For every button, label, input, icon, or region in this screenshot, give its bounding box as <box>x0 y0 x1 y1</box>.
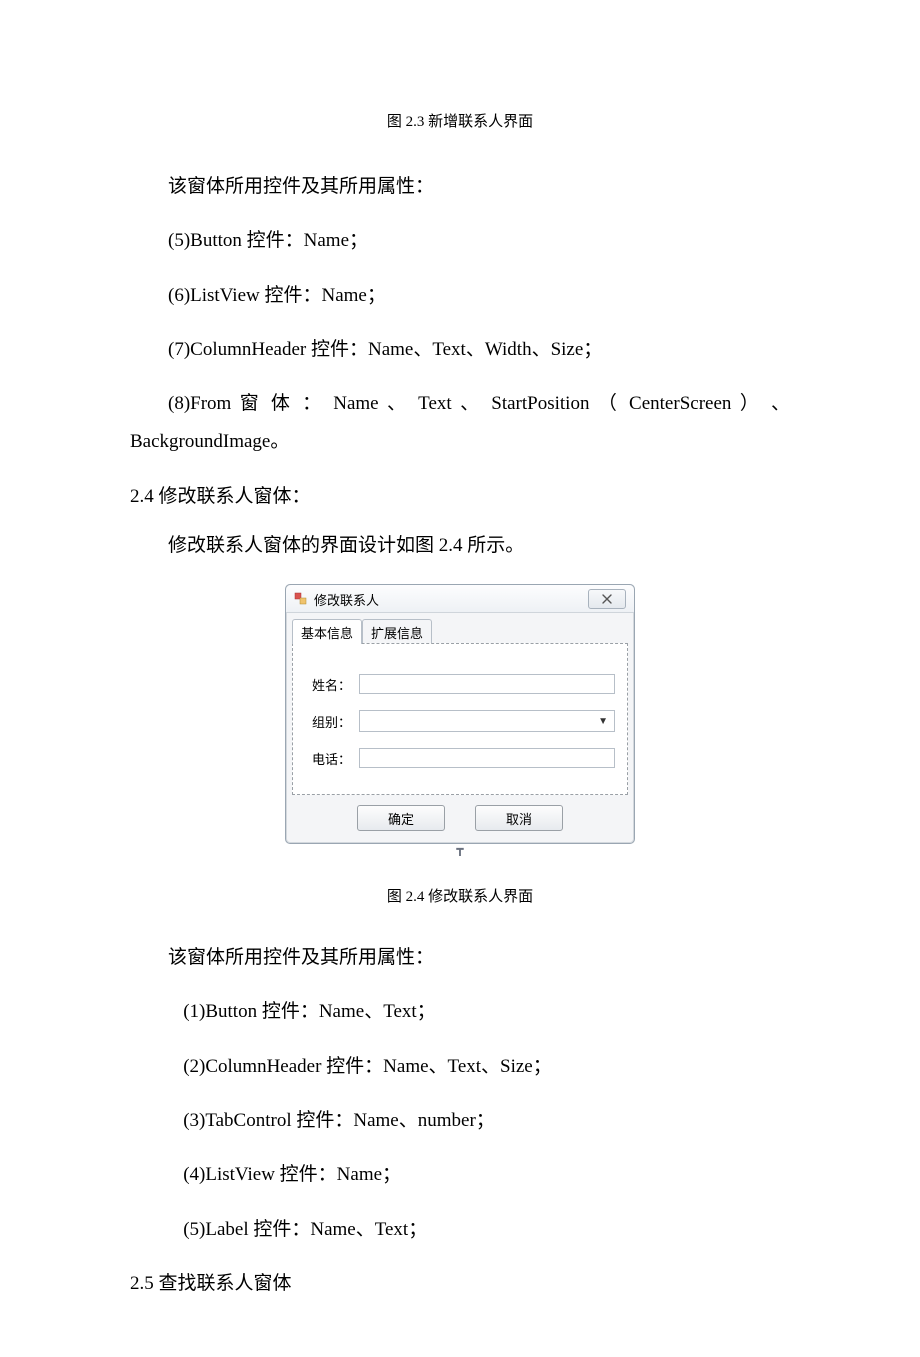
paragraph: BackgroundImage。 <box>130 426 790 458</box>
tab-basic-info[interactable]: 基本信息 <box>292 619 362 644</box>
cancel-button[interactable]: 取消 <box>475 805 563 831</box>
tab-panel: 姓名： 组别： ▼ 电话： <box>292 643 628 795</box>
paragraph: (1)Button 控件：Name、Text； <box>130 996 790 1028</box>
paragraph: 该窗体所用控件及其所用属性： <box>130 171 790 203</box>
section-2-4-title: 2.4 修改联系人窗体： <box>130 481 790 508</box>
phone-input[interactable] <box>359 748 615 768</box>
group-combobox[interactable]: ▼ <box>359 710 615 732</box>
ok-button[interactable]: 确定 <box>357 805 445 831</box>
close-button[interactable] <box>588 589 626 609</box>
tabs: 基本信息 扩展信息 <box>292 619 628 644</box>
group-label: 组别： <box>305 712 351 731</box>
paragraph: (5)Label 控件：Name、Text； <box>130 1214 790 1246</box>
figure-2-4-caption: 图 2.4 修改联系人界面 <box>130 885 790 906</box>
paragraph: (7)ColumnHeader 控件：Name、Text、Width、Size； <box>130 334 790 366</box>
paragraph: (2)ColumnHeader 控件：Name、Text、Size； <box>130 1051 790 1083</box>
name-label: 姓名： <box>305 675 351 694</box>
paragraph: (5)Button 控件：Name； <box>130 225 790 257</box>
resize-handle-icon: ┳ <box>285 842 635 857</box>
figure-2-3-caption: 图 2.3 新增联系人界面 <box>130 110 790 131</box>
name-input[interactable] <box>359 674 615 694</box>
paragraph: 该窗体所用控件及其所用属性： <box>130 942 790 974</box>
paragraph: (3)TabControl 控件：Name、number； <box>130 1105 790 1137</box>
section-2-5-title: 2.5 查找联系人窗体 <box>130 1268 790 1295</box>
chevron-down-icon: ▼ <box>598 716 608 727</box>
paragraph: (6)ListView 控件：Name； <box>130 280 790 312</box>
titlebar: 修改联系人 <box>286 585 634 613</box>
edit-contact-form: 修改联系人 基本信息 扩展信息 姓名： <box>285 584 635 857</box>
window-title: 修改联系人 <box>314 590 379 609</box>
paragraph: (4)ListView 控件：Name； <box>130 1159 790 1191</box>
paragraph: (8)From 窗 体 ： Name 、 Text 、 StartPositio… <box>130 388 790 420</box>
paragraph: 修改联系人窗体的界面设计如图 2.4 所示。 <box>130 530 790 562</box>
app-icon <box>294 592 308 606</box>
tab-extended-info[interactable]: 扩展信息 <box>362 619 432 644</box>
phone-label: 电话： <box>305 749 351 768</box>
